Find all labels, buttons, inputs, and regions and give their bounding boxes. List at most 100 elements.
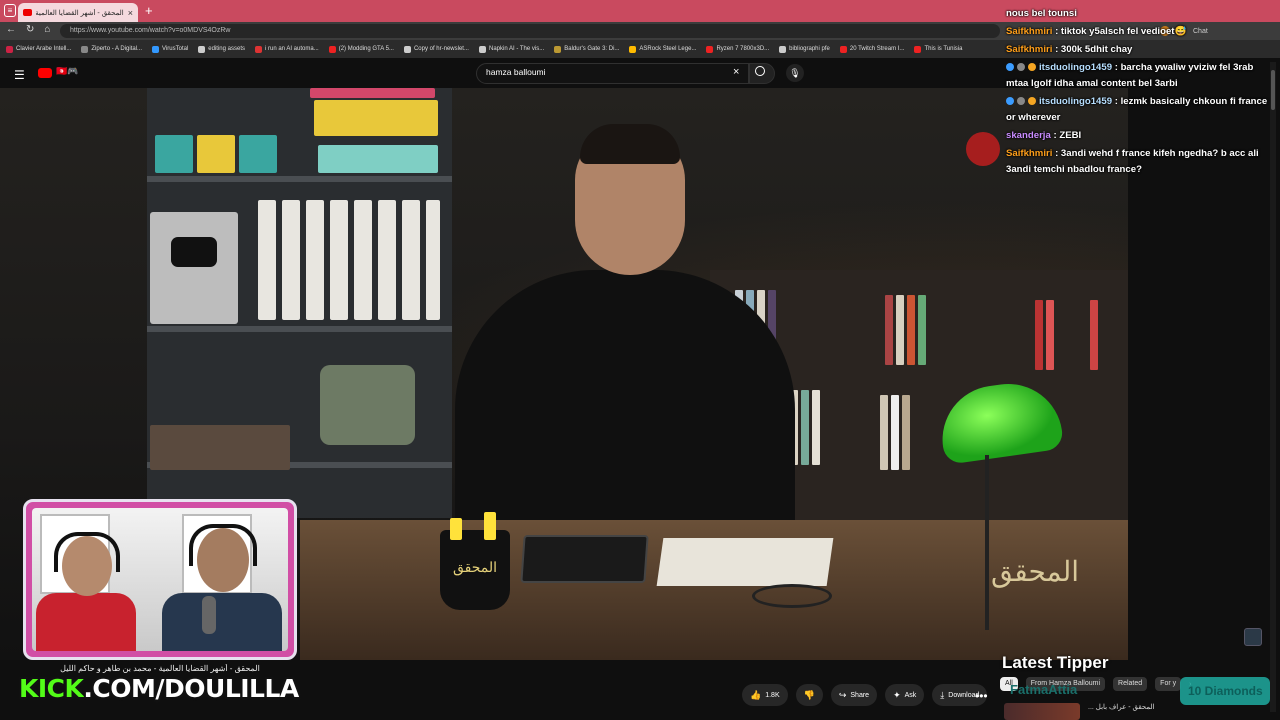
chat-username[interactable]: itsduolingo1459	[1039, 96, 1112, 107]
chat-username[interactable]: itsduolingo1459	[1039, 62, 1112, 73]
url-field[interactable]: https://www.youtube.com/watch?v=o0MDVS4O…	[60, 24, 1000, 38]
highlighter	[484, 512, 496, 540]
youtube-logo-doodle[interactable]: 🇹🇳🎮	[56, 66, 78, 77]
chat-username[interactable]: Saifkhmiri	[1006, 44, 1052, 55]
streamer-right-jacket	[162, 593, 282, 651]
bookmark-favicon-icon	[779, 45, 787, 53]
bookmark-label: ASRock Steel Lege...	[639, 46, 697, 52]
chat-text: : tiktok y5alsch fel vedioet😅	[1055, 26, 1187, 37]
ask-icon: ✦	[893, 689, 901, 700]
chat-username[interactable]: Saifkhmiri	[1006, 148, 1052, 159]
highlighter	[450, 518, 462, 540]
dislike-button[interactable]: 👎	[795, 684, 823, 706]
bookmark-item[interactable]: (2) Modding GTA 5...	[328, 45, 394, 53]
browser-tab-active[interactable]: المحقق - أشهر القضايا العالمية - مد ×	[18, 3, 138, 22]
binder	[306, 200, 324, 320]
bookmark-label: bibliographi pfe	[789, 46, 830, 52]
headset-icon	[54, 532, 120, 572]
book	[907, 295, 915, 365]
binder	[282, 200, 300, 320]
bookmark-item[interactable]: Ziperto - A Digital...	[81, 45, 143, 53]
home-icon[interactable]: ⌂	[44, 24, 50, 35]
reload-icon[interactable]: ↻	[26, 24, 34, 35]
chat-text: : 300k 5dhit chay	[1055, 44, 1133, 55]
nav-buttons: ← ↻ ⌂	[6, 24, 50, 35]
book	[812, 390, 820, 465]
binder	[258, 200, 276, 320]
bookmark-item[interactable]: Clavier Arabe Intell...	[6, 45, 72, 53]
chat-message: skanderja : ZEBI	[1006, 128, 1274, 144]
related-video-thumbnail[interactable]	[1004, 703, 1080, 720]
like-icon: 👍	[750, 689, 762, 700]
chat-message: Saifkhmiri : tiktok y5alsch fel vedioet😅	[1006, 24, 1274, 40]
book	[902, 395, 910, 470]
bookmark-favicon-icon	[629, 45, 637, 53]
bookmark-item[interactable]: Napkin AI - The vis...	[478, 45, 545, 53]
microphone-icon[interactable]: 🎙	[786, 64, 804, 82]
ask-button[interactable]: ✦ Ask	[885, 684, 925, 706]
bookmark-label: Napkin AI - The vis...	[488, 46, 545, 52]
browser-menu-icon[interactable]: ≡	[4, 4, 16, 17]
back-icon[interactable]: ←	[6, 24, 16, 35]
book	[885, 295, 893, 365]
bookmark-item[interactable]: Copy of hr-newslet...	[403, 45, 469, 53]
new-tab-button[interactable]: +	[145, 3, 153, 18]
bookmark-item[interactable]: bibliographi pfe	[779, 45, 830, 53]
like-button[interactable]: 👍 1.8K	[742, 684, 788, 706]
search-clear-icon[interactable]: ×	[733, 66, 739, 78]
filter-chip[interactable]: For y	[1155, 677, 1182, 691]
tipper-amount-badge: 10 Diamonds	[1180, 677, 1270, 705]
bookmark-item[interactable]: 20 Twitch Stream I...	[839, 45, 904, 53]
book	[918, 295, 926, 365]
share-button[interactable]: ↪ Share	[830, 684, 878, 706]
menu-icon[interactable]: ☰	[14, 68, 25, 82]
bookmark-item[interactable]: ASRock Steel Lege...	[629, 45, 697, 53]
chat-badge-icon	[1028, 97, 1036, 106]
bookmark-label: Baldur's Gate 3: Di...	[564, 46, 620, 52]
youtube-favicon-icon	[23, 9, 32, 16]
search-query[interactable]: hamza balloumi	[486, 67, 546, 77]
search-icon[interactable]	[755, 66, 765, 76]
tab-close-icon[interactable]: ×	[128, 8, 133, 18]
channel-watermark-logo: المحقق	[990, 555, 1080, 588]
stacked-books	[150, 425, 290, 470]
action-label: 1.8K	[765, 691, 780, 699]
tablet	[520, 535, 649, 583]
bookmark-label: Ziperto - A Digital...	[91, 46, 143, 52]
storage-box	[155, 135, 193, 173]
papers	[656, 538, 834, 586]
related-video-title[interactable]: المحقق - عراف بابل ...	[1088, 703, 1155, 711]
video-title-overlay: المحقق - أشهر القضايا العالمية - محمد بن…	[60, 664, 260, 673]
chat-badge-icon	[1028, 63, 1036, 72]
tipper-name: FatmaAttia	[1010, 682, 1078, 697]
shelf-board	[147, 176, 452, 182]
bookmark-item[interactable]: VirusTotal	[152, 45, 189, 53]
bookmark-favicon-icon	[706, 45, 714, 53]
bookmark-item[interactable]: This is Tunisia	[914, 45, 963, 53]
storage-box	[239, 135, 277, 173]
filter-chip[interactable]: Related	[1113, 677, 1148, 691]
youtube-logo-icon[interactable]	[38, 68, 52, 78]
chat-message: itsduolingo1459 : barcha ywaliw yviziw f…	[1006, 60, 1274, 92]
chat-badge-icon	[1006, 63, 1014, 72]
bookmark-label: Clavier Arabe Intell...	[16, 46, 72, 52]
video-corner-icon[interactable]	[1244, 628, 1262, 646]
bookmark-item[interactable]: Ryzen 7 7800x3D...	[706, 45, 769, 53]
bookmark-label: VirusTotal	[162, 46, 189, 52]
bookmark-item[interactable]: i run an AI automa...	[255, 45, 319, 53]
bookmark-item[interactable]: editing assets	[198, 45, 245, 53]
storage-box	[314, 100, 438, 136]
more-actions-icon[interactable]: •••	[975, 689, 988, 703]
bookmark-item[interactable]: Baldur's Gate 3: Di...	[554, 45, 620, 53]
chat-username[interactable]: skanderja	[1006, 130, 1051, 141]
stream-chat: nous bel tounsi Saifkhmiri : tiktok y5als…	[1006, 6, 1274, 180]
chat-text: nous bel tounsi	[1006, 8, 1077, 19]
kick-url-prefix: KICK	[19, 674, 84, 703]
chat-username[interactable]: Saifkhmiri	[1006, 26, 1052, 37]
book	[1046, 300, 1054, 370]
bookmark-favicon-icon	[81, 45, 89, 53]
bookmark-label: This is Tunisia	[924, 46, 963, 52]
webcam-overlay	[23, 499, 297, 660]
binder	[354, 200, 372, 320]
chat-badge-icon	[1006, 97, 1014, 106]
